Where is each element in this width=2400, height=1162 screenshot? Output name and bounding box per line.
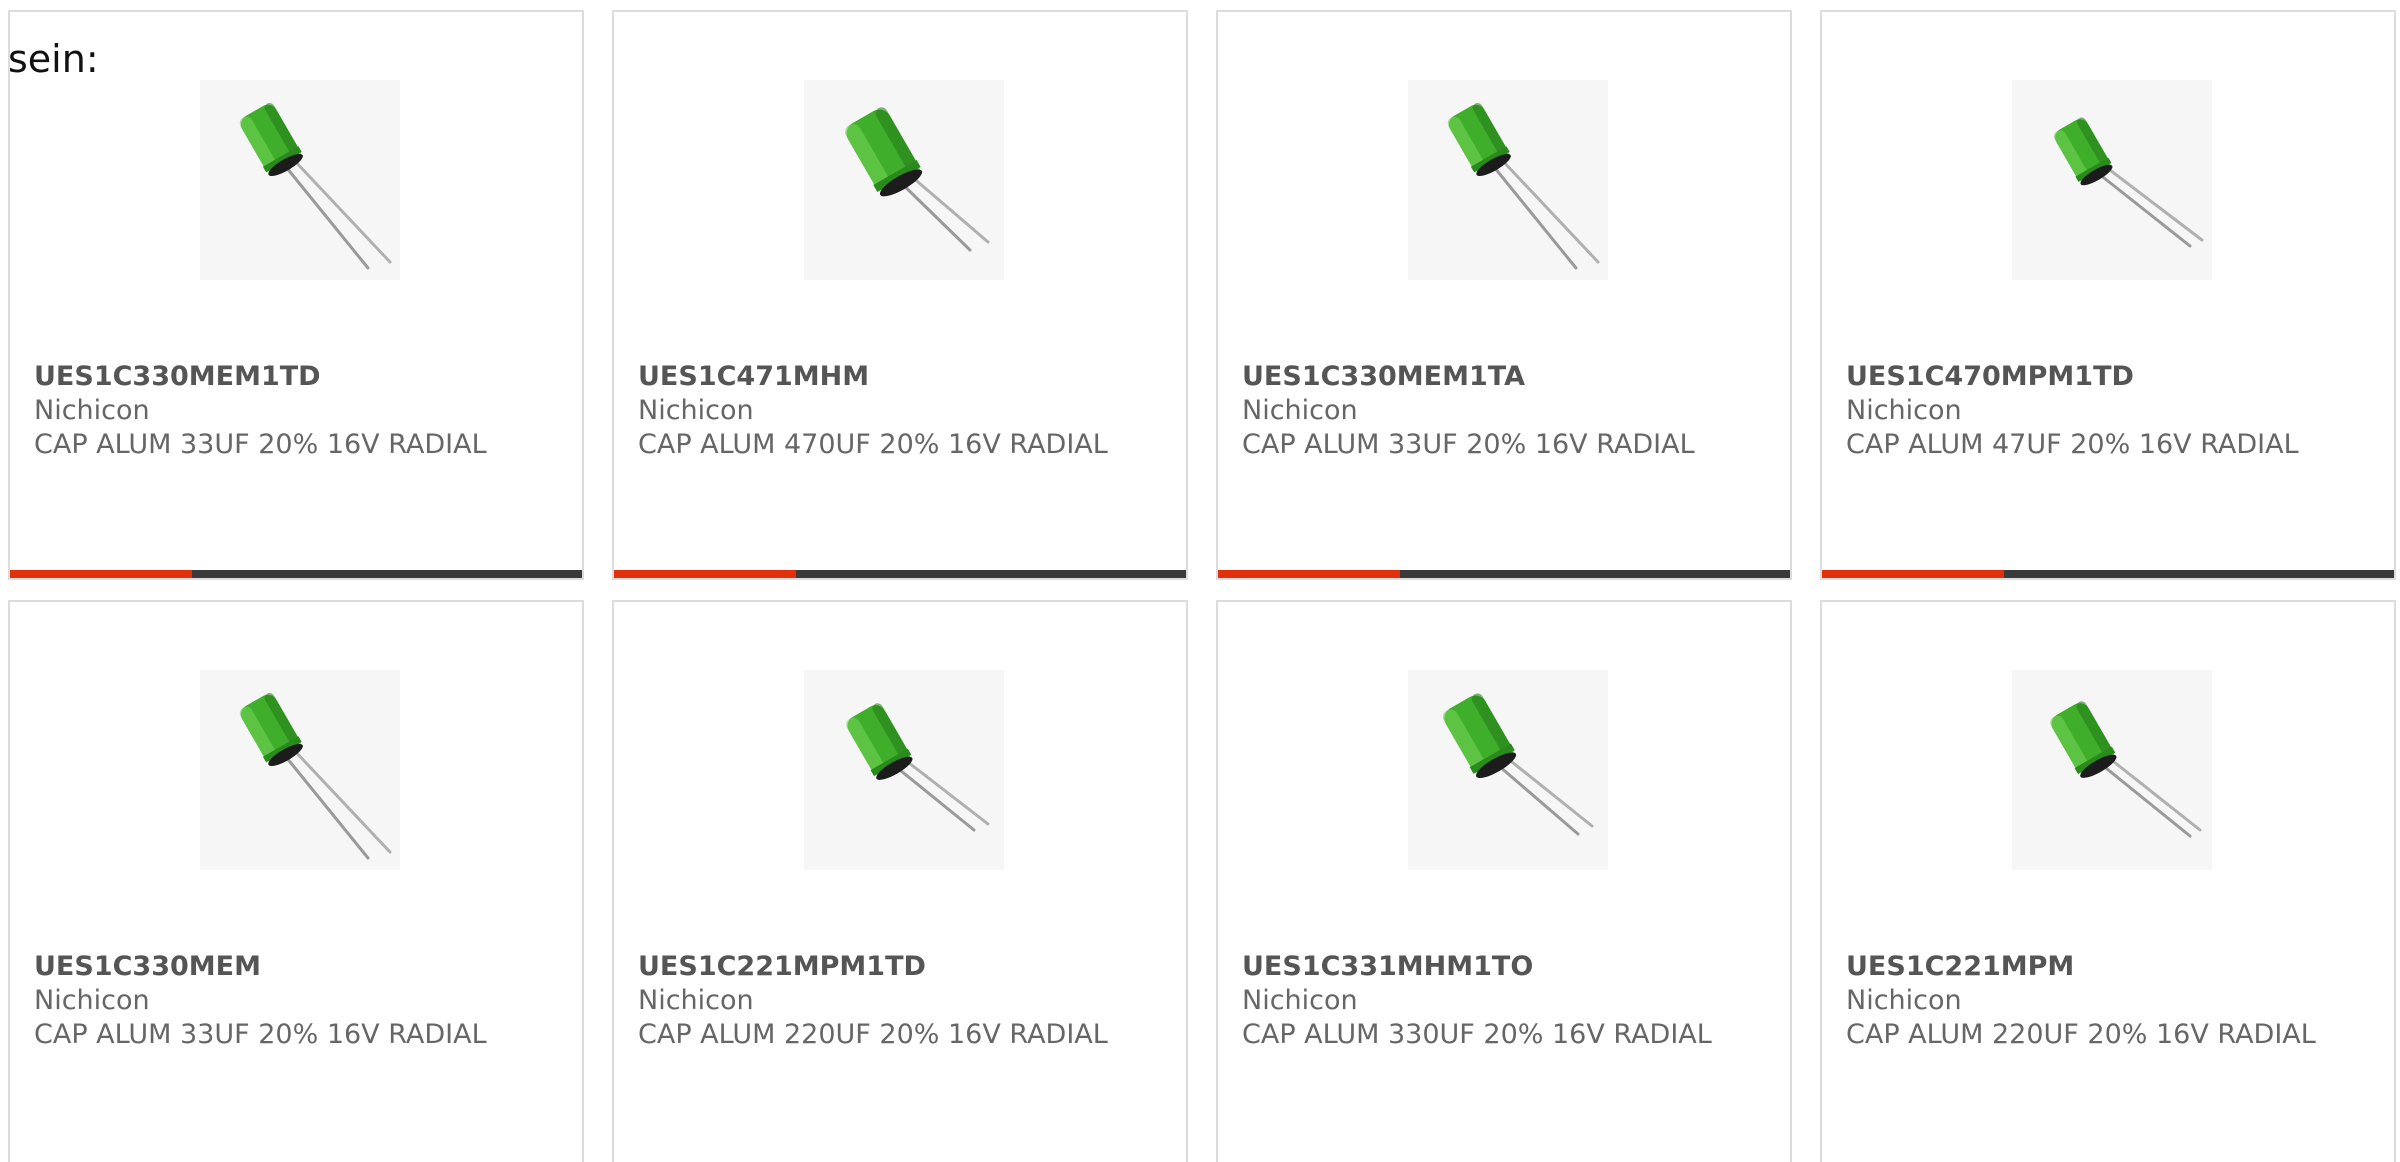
- product-card[interactable]: UES1C331MHM1TO Nichicon CAP ALUM 330UF 2…: [1216, 600, 1792, 1162]
- product-image[interactable]: [200, 670, 400, 870]
- capacitor-icon: [239, 692, 392, 860]
- card-accent-fill: [1822, 570, 2004, 578]
- part-number-link[interactable]: UES1C330MEM1TA: [1242, 360, 1772, 394]
- product-card[interactable]: UES1C330MEM1TA Nichicon CAP ALUM 33UF 20…: [1216, 10, 1792, 580]
- product-info: UES1C330MEM1TD Nichicon CAP ALUM 33UF 20…: [34, 360, 564, 462]
- product-info: UES1C221MPM Nichicon CAP ALUM 220UF 20% …: [1846, 950, 2376, 1052]
- product-image[interactable]: [804, 670, 1004, 870]
- card-accent-bar: [614, 570, 1186, 578]
- product-image[interactable]: [1408, 80, 1608, 280]
- product-description: CAP ALUM 220UF 20% 16V RADIAL: [638, 1019, 1108, 1050]
- manufacturer-name: Nichicon: [1242, 395, 1358, 426]
- intro-text: sein:: [8, 37, 99, 81]
- part-number-link[interactable]: UES1C221MPM1TD: [638, 950, 1168, 984]
- capacitor-icon: [2053, 117, 2204, 248]
- product-image[interactable]: [1408, 670, 1608, 870]
- product-image[interactable]: [2012, 670, 2212, 870]
- product-description: CAP ALUM 33UF 20% 16V RADIAL: [34, 429, 487, 460]
- part-number-link[interactable]: UES1C471MHM: [638, 360, 1168, 394]
- manufacturer-name: Nichicon: [1846, 395, 1962, 426]
- product-image[interactable]: [200, 80, 400, 280]
- product-info: UES1C470MPM1TD Nichicon CAP ALUM 47UF 20…: [1846, 360, 2376, 462]
- part-number-link[interactable]: UES1C330MEM: [34, 950, 564, 984]
- product-info: UES1C330MEM Nichicon CAP ALUM 33UF 20% 1…: [34, 950, 564, 1052]
- product-info: UES1C221MPM1TD Nichicon CAP ALUM 220UF 2…: [638, 950, 1168, 1052]
- card-accent-bar: [10, 570, 582, 578]
- part-number-link[interactable]: UES1C470MPM1TD: [1846, 360, 2376, 394]
- manufacturer-name: Nichicon: [1242, 985, 1358, 1016]
- part-number-link[interactable]: UES1C330MEM1TD: [34, 360, 564, 394]
- manufacturer-name: Nichicon: [1846, 985, 1962, 1016]
- product-card[interactable]: UES1C221MPM1TD Nichicon CAP ALUM 220UF 2…: [612, 600, 1188, 1162]
- card-accent-bar: [1218, 570, 1790, 578]
- product-card[interactable]: UES1C471MHM Nichicon CAP ALUM 470UF 20% …: [612, 10, 1188, 580]
- product-image[interactable]: [2012, 80, 2212, 280]
- product-card[interactable]: UES1C470MPM1TD Nichicon CAP ALUM 47UF 20…: [1820, 10, 2396, 580]
- product-description: CAP ALUM 470UF 20% 16V RADIAL: [638, 429, 1108, 460]
- product-image[interactable]: [804, 80, 1004, 280]
- product-info: UES1C331MHM1TO Nichicon CAP ALUM 330UF 2…: [1242, 950, 1772, 1052]
- product-card[interactable]: UES1C330MEM1TD Nichicon CAP ALUM 33UF 20…: [8, 10, 584, 580]
- product-description: CAP ALUM 33UF 20% 16V RADIAL: [34, 1019, 487, 1050]
- capacitor-icon: [239, 102, 392, 270]
- capacitor-icon: [2050, 701, 2202, 838]
- manufacturer-name: Nichicon: [34, 395, 150, 426]
- part-number-link[interactable]: UES1C221MPM: [1846, 950, 2376, 984]
- capacitor-icon: [1442, 693, 1594, 836]
- card-accent-bar: [1822, 570, 2394, 578]
- product-description: CAP ALUM 330UF 20% 16V RADIAL: [1242, 1019, 1712, 1050]
- card-accent-fill: [10, 570, 192, 578]
- product-info: UES1C330MEM1TA Nichicon CAP ALUM 33UF 20…: [1242, 360, 1772, 462]
- capacitor-icon: [846, 703, 990, 832]
- manufacturer-name: Nichicon: [638, 985, 754, 1016]
- card-accent-fill: [1218, 570, 1400, 578]
- manufacturer-name: Nichicon: [638, 395, 754, 426]
- card-accent-fill: [614, 570, 796, 578]
- part-number-link[interactable]: UES1C331MHM1TO: [1242, 950, 1772, 984]
- capacitor-icon: [845, 107, 990, 252]
- product-description: CAP ALUM 220UF 20% 16V RADIAL: [1846, 1019, 2316, 1050]
- product-info: UES1C471MHM Nichicon CAP ALUM 470UF 20% …: [638, 360, 1168, 462]
- product-card[interactable]: UES1C330MEM Nichicon CAP ALUM 33UF 20% 1…: [8, 600, 584, 1162]
- product-description: CAP ALUM 47UF 20% 16V RADIAL: [1846, 429, 2299, 460]
- product-grid: sein: UES1C330MEM1TD Nichicon CAP ALUM 3…: [0, 0, 2400, 1162]
- capacitor-icon: [1447, 102, 1600, 270]
- product-description: CAP ALUM 33UF 20% 16V RADIAL: [1242, 429, 1695, 460]
- manufacturer-name: Nichicon: [34, 985, 150, 1016]
- product-card[interactable]: UES1C221MPM Nichicon CAP ALUM 220UF 20% …: [1820, 600, 2396, 1162]
